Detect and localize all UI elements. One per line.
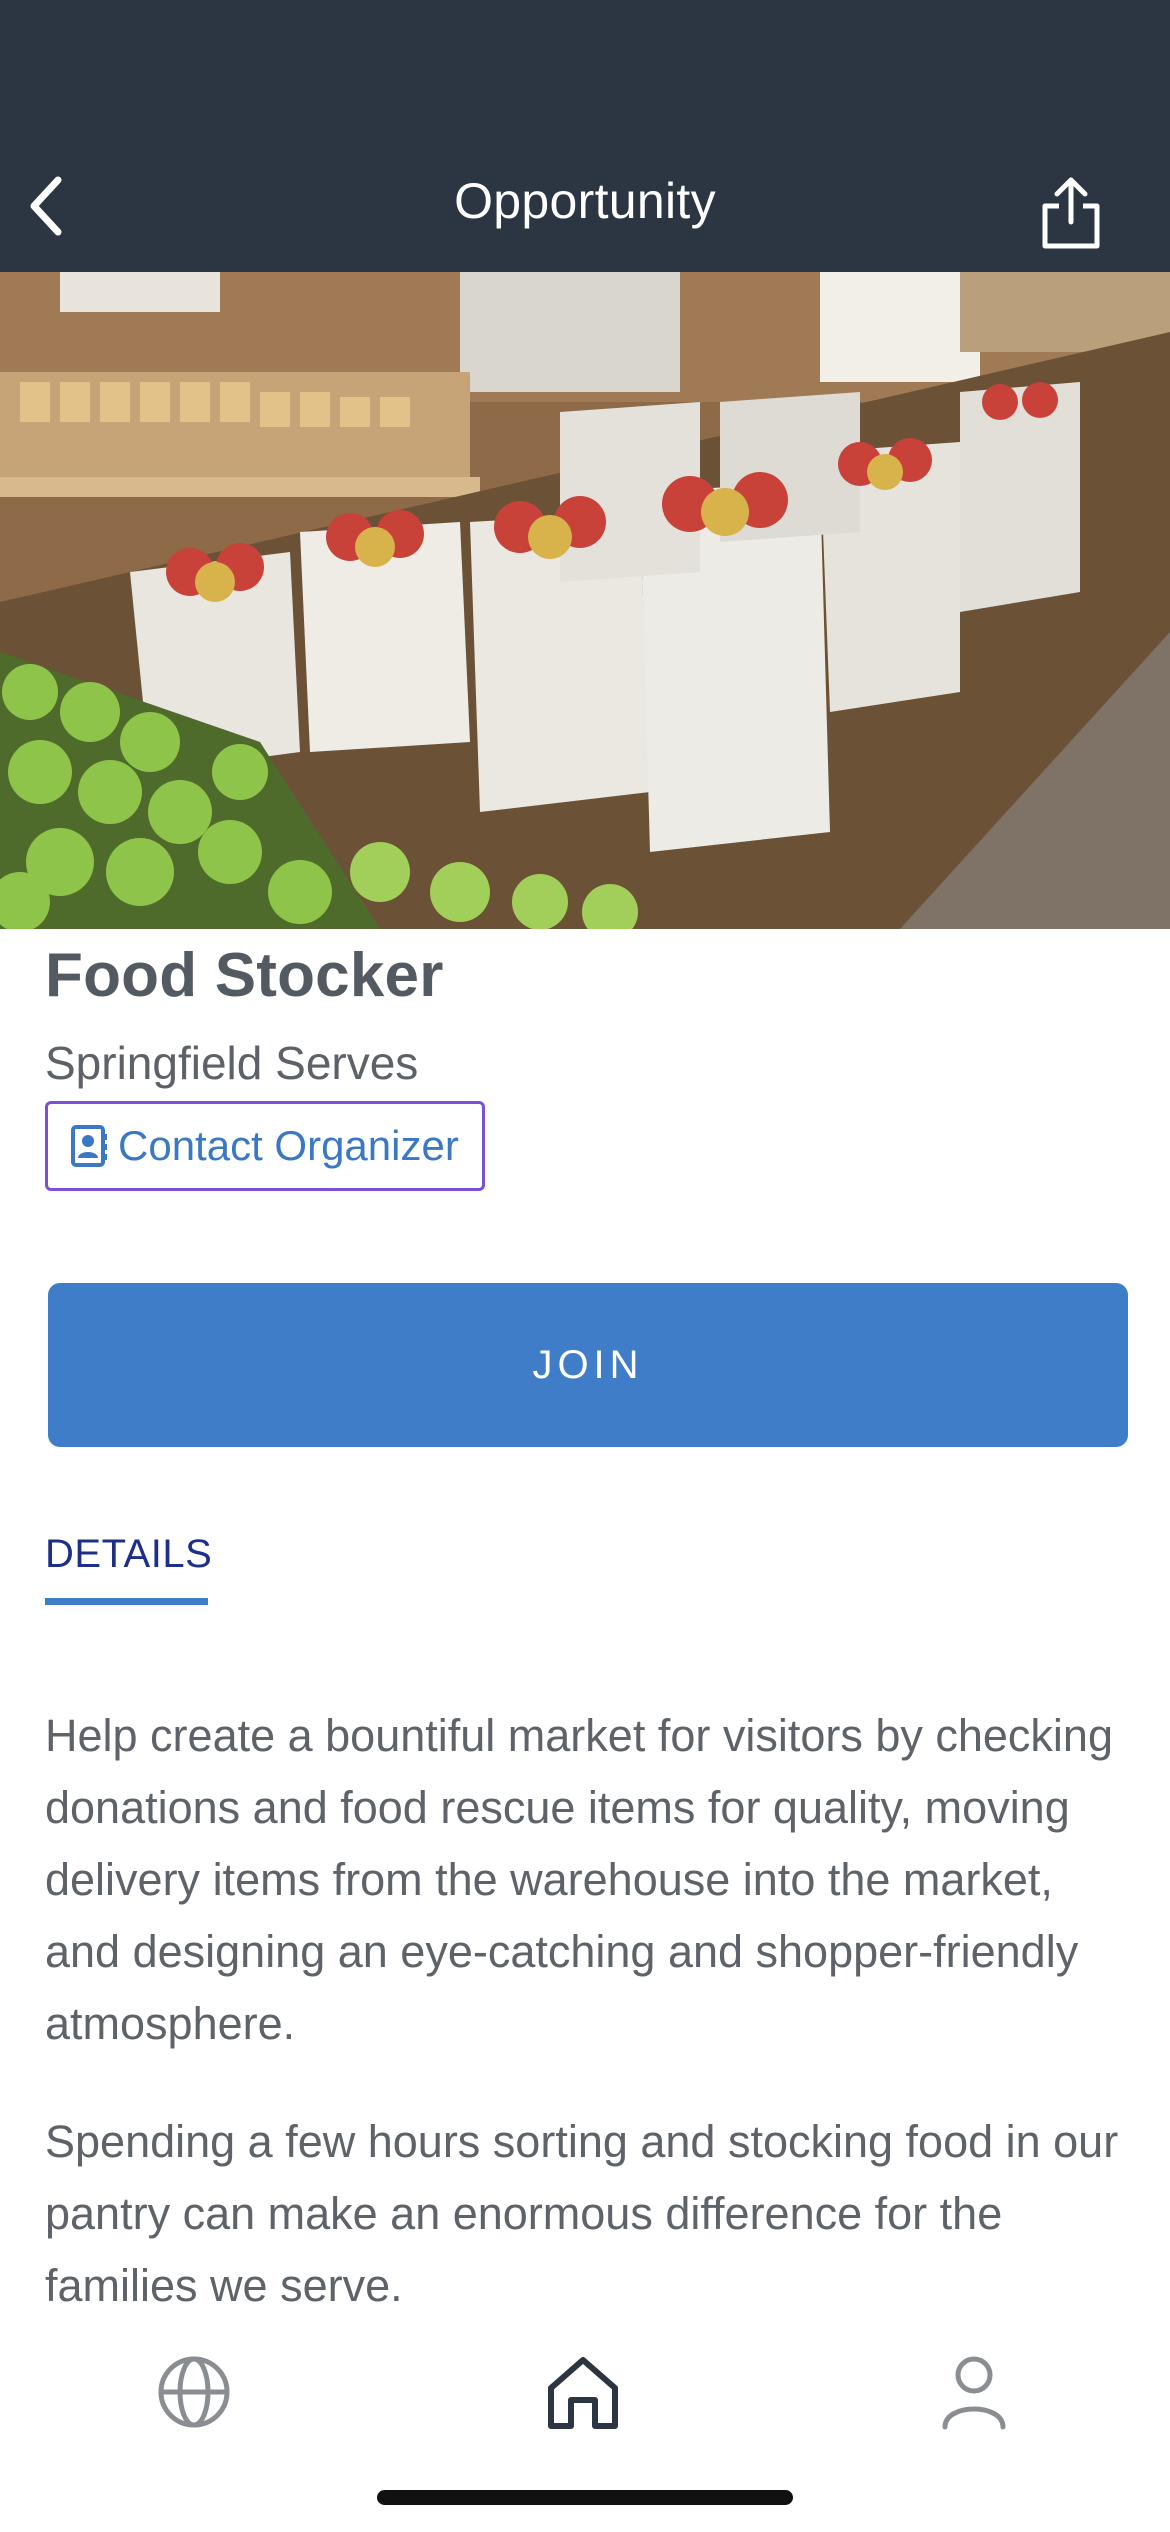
home-indicator xyxy=(377,2490,793,2505)
tab-details[interactable]: DETAILS xyxy=(45,1532,212,1577)
home-icon xyxy=(548,2357,618,2429)
nav-profile[interactable] xyxy=(929,2347,1019,2437)
contact-organizer-button[interactable]: Contact Organizer xyxy=(45,1101,485,1191)
opportunity-title: Food Stocker xyxy=(45,941,444,1010)
description-paragraph: Spending a few hours sorting and stockin… xyxy=(45,2116,1119,2311)
share-icon xyxy=(1042,177,1100,249)
nav-home[interactable] xyxy=(538,2347,628,2437)
page-title: Opportunity xyxy=(454,173,716,229)
hero-image xyxy=(0,272,1170,929)
bottom-nav xyxy=(0,2305,1170,2532)
contact-organizer-label: Contact Organizer xyxy=(118,1122,459,1169)
tab-active-indicator xyxy=(45,1598,208,1605)
globe-icon xyxy=(158,2356,230,2428)
share-button[interactable] xyxy=(1035,172,1107,252)
app-header: Opportunity xyxy=(0,0,1170,272)
description: Help create a bountiful market for visit… xyxy=(45,1700,1135,2368)
tab-details-label: DETAILS xyxy=(45,1532,213,1576)
nav-explore[interactable] xyxy=(149,2347,239,2437)
contact-card-icon xyxy=(71,1125,107,1167)
description-paragraph: Help create a bountiful market for visit… xyxy=(45,1710,1113,2049)
profile-icon xyxy=(942,2356,1006,2430)
organization-name: Springfield Serves xyxy=(45,1037,419,1089)
join-button[interactable]: JOIN xyxy=(48,1283,1128,1447)
